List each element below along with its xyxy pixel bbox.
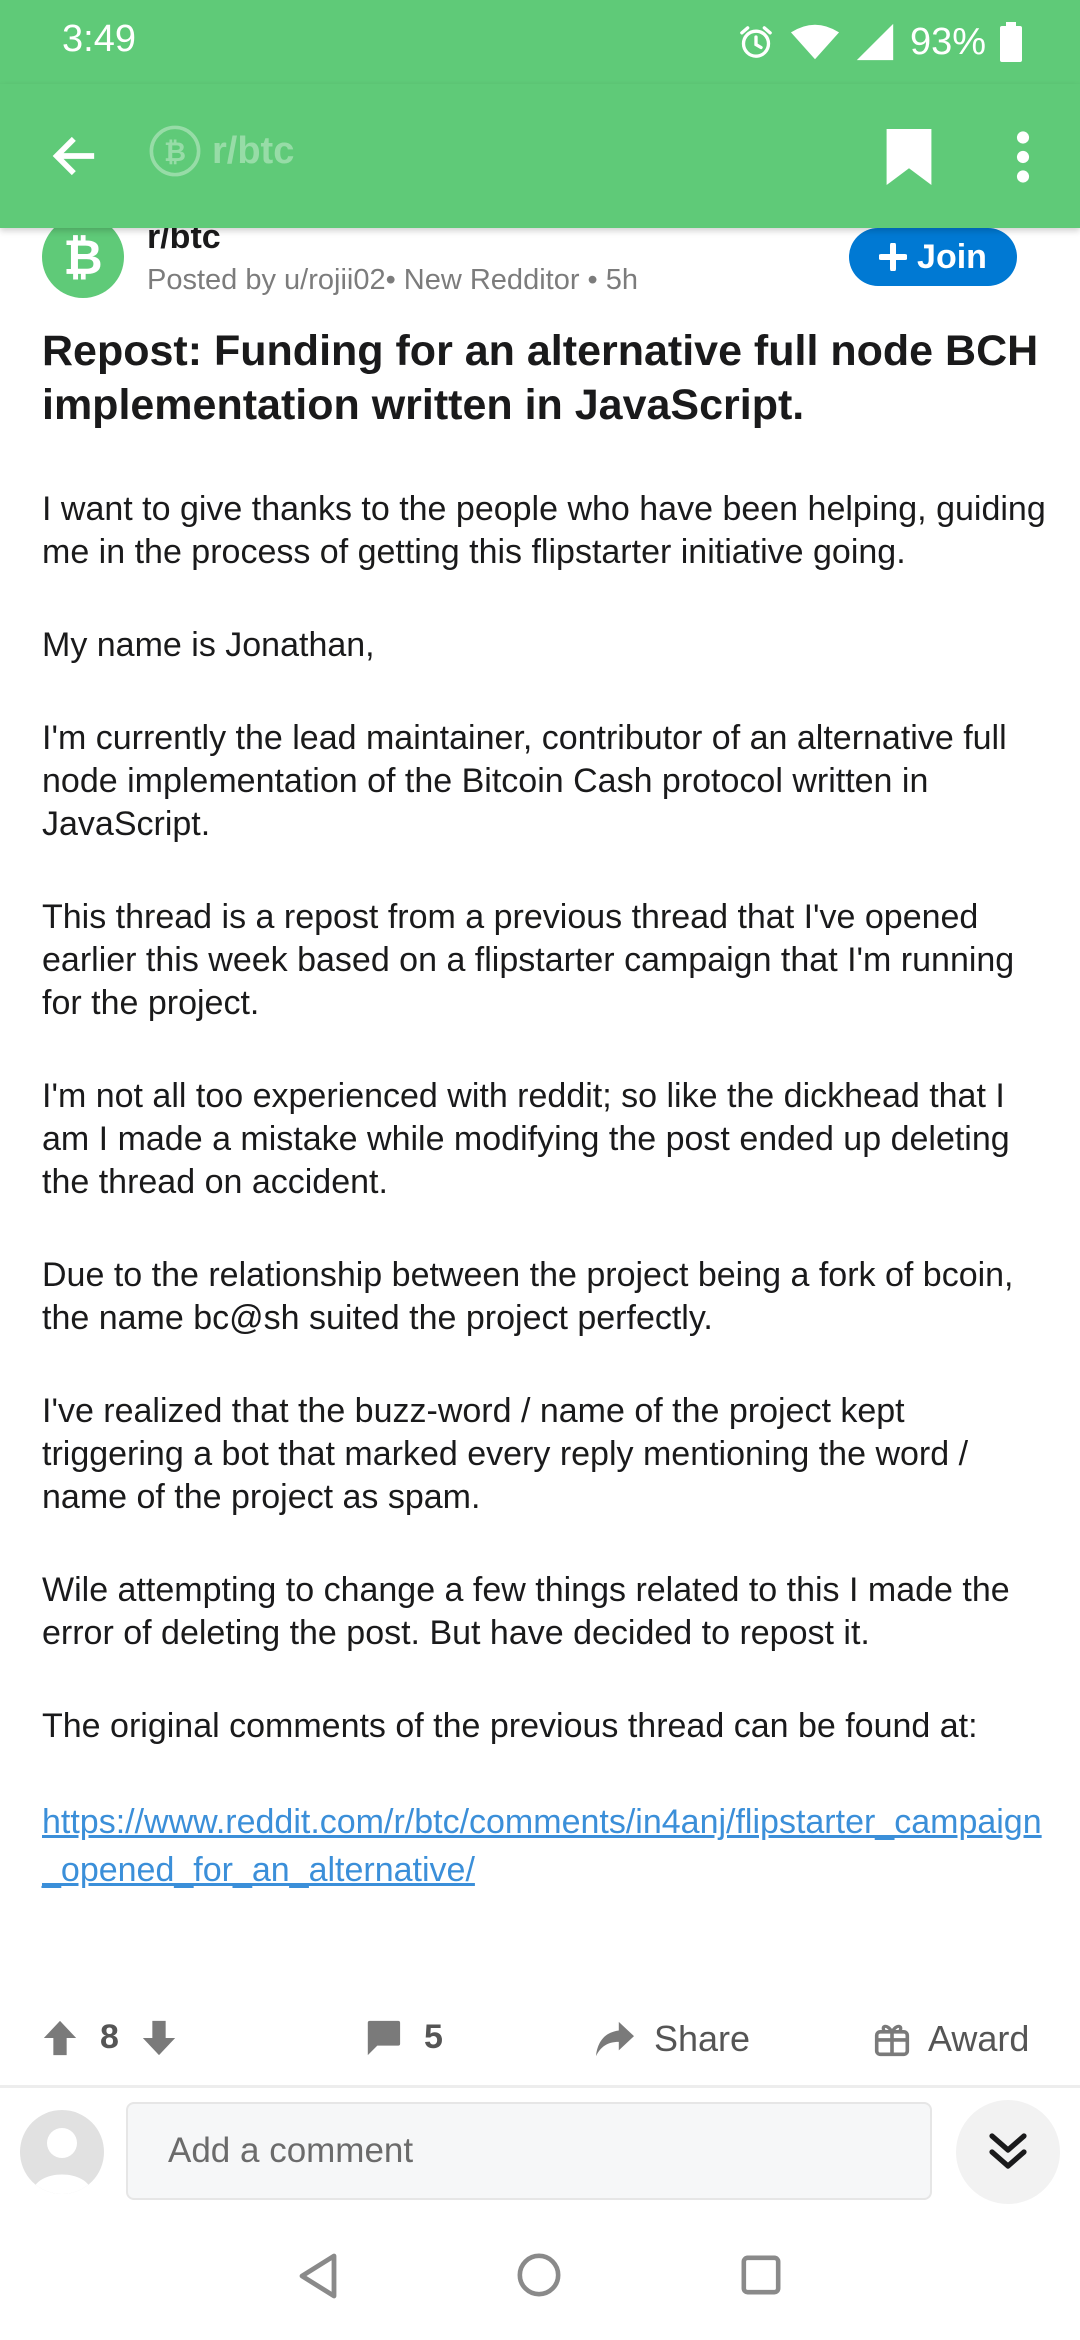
post-paragraph: The original comments of the previous th… [42, 1707, 978, 1745]
add-comment-placeholder: Add a comment [168, 2131, 414, 2170]
gift-icon [874, 2024, 910, 2057]
upvote-icon[interactable] [42, 2019, 78, 2057]
status-time: 3:49 [62, 18, 136, 60]
post-meta: Posted by u/rojii02• New Redditor • 5h [147, 264, 639, 296]
join-button[interactable]: Join [849, 228, 1017, 286]
system-nav-bar [0, 2214, 1080, 2340]
share-icon [596, 2021, 634, 2057]
battery-icon [1000, 22, 1022, 62]
post-paragraph: This thread is a repost from a previous … [42, 898, 1015, 1022]
more-options-button[interactable] [1000, 122, 1046, 192]
bitcoin-cash-icon: ₿ [63, 231, 102, 285]
nav-back-icon[interactable] [296, 2252, 340, 2300]
comments-count: 5 [424, 2018, 443, 2056]
post-link[interactable]: https://www.reddit.com/r/btc/comments/in… [42, 1798, 1047, 1894]
award-label: Award [928, 2018, 1030, 2059]
post-title: Repost: Funding for an alternative full … [42, 327, 1039, 429]
user-avatar[interactable] [20, 2110, 104, 2194]
post-paragraph: I'm not all too experienced with reddit;… [42, 1077, 1010, 1201]
avatar-placeholder-icon [32, 2128, 92, 2194]
collapse-button[interactable] [956, 2100, 1060, 2204]
status-icons: 93% [736, 16, 1022, 68]
status-bar: 3:49 93% [0, 0, 1080, 84]
post-paragraph: I want to give thanks to the people who … [42, 490, 1046, 571]
svg-text:₿: ₿ [63, 231, 102, 285]
comments-button[interactable]: 5 [364, 2018, 443, 2057]
comment-bar: Add a comment [0, 2088, 1080, 2214]
post-action-bar: 8 5 Share Award [0, 2002, 1080, 2082]
bitcoin-cash-icon: ₿ [149, 125, 201, 177]
alarm-icon [740, 26, 772, 58]
award-button[interactable]: Award [874, 2018, 1029, 2060]
downvote-icon[interactable] [141, 2019, 177, 2057]
post-body: I want to give thanks to the people who … [42, 488, 1047, 1894]
nav-home-icon[interactable] [516, 2252, 562, 2298]
share-label: Share [654, 2018, 751, 2059]
post-paragraph: I've realized that the buzz-word / name … [42, 1392, 969, 1516]
svg-text:₿: ₿ [164, 137, 186, 167]
appbar-subreddit-label: r/btc [212, 129, 295, 172]
plus-icon [879, 243, 908, 271]
back-arrow-icon [52, 136, 95, 176]
bookmark-icon [886, 129, 932, 185]
signal-icon [856, 23, 894, 61]
battery-percentage: 93% [909, 20, 986, 63]
post-paragraph: Due to the relationship between the proj… [42, 1256, 1014, 1337]
vote-group: 8 [42, 2018, 177, 2057]
comment-icon [367, 2020, 401, 2055]
double-chevron-down-icon [989, 2133, 1027, 2169]
more-vert-icon [1016, 131, 1030, 183]
wifi-icon [790, 24, 839, 60]
nav-recents-icon[interactable] [740, 2254, 782, 2296]
app-bar: ₿ r/btc [0, 84, 1080, 228]
post-paragraph: I'm currently the lead maintainer, contr… [42, 719, 1007, 843]
appbar-subreddit: ₿ r/btc [148, 124, 294, 178]
back-button[interactable] [40, 122, 108, 190]
join-label: Join [917, 237, 987, 276]
post-paragraph: Wile attempting to change a few things r… [42, 1571, 1010, 1652]
share-button[interactable]: Share [594, 2018, 750, 2060]
add-comment-input[interactable]: Add a comment [126, 2102, 932, 2200]
post-paragraph: My name is Jonathan, [42, 626, 375, 664]
bookmark-button[interactable] [878, 126, 940, 188]
vote-count: 8 [100, 2018, 119, 2056]
subreddit-avatar[interactable]: ₿ [42, 216, 124, 298]
